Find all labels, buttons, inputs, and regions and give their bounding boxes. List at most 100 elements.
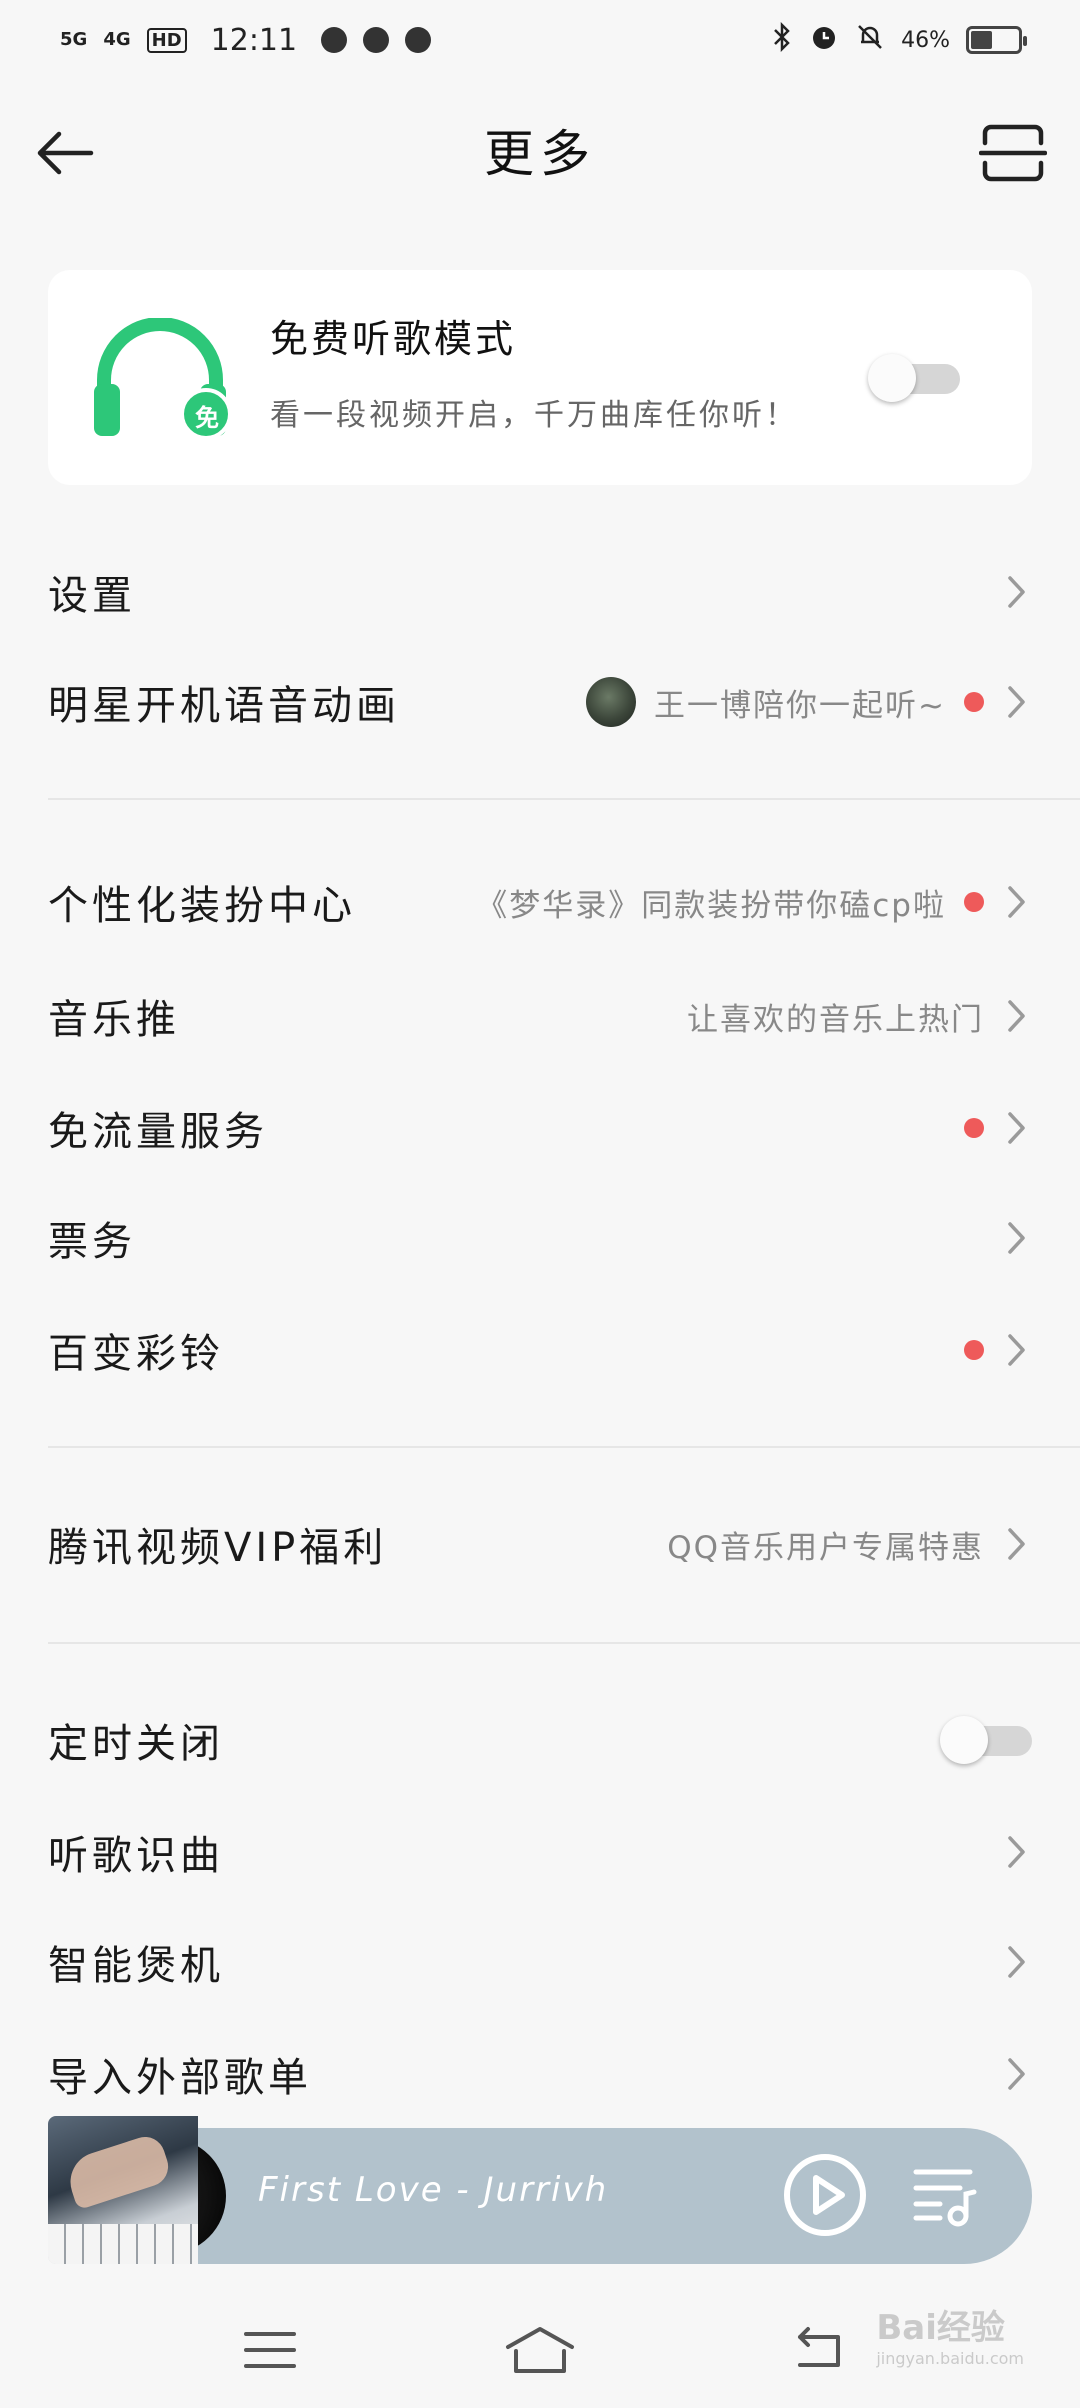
now-playing-title[interactable]: First Love - Jurrivh	[258, 2170, 608, 2210]
notification-icon-2	[405, 27, 432, 53]
row-label: 免流量服务	[48, 1109, 268, 1155]
baidu-jingyan-watermark: Bai经验 jingyan.baidu.com	[876, 2300, 1024, 2368]
row-label: 音乐推	[48, 997, 180, 1043]
row-right	[964, 1331, 1032, 1369]
row-label: 听歌识曲	[48, 1833, 224, 1879]
row-label: 腾讯视频VIP福利	[48, 1525, 388, 1571]
row-label: 百变彩铃	[48, 1331, 224, 1377]
avatar	[586, 677, 637, 727]
nav-menu-button[interactable]	[230, 2320, 310, 2380]
chevron-right-icon	[1002, 1943, 1032, 1981]
free-mode-toggle[interactable]	[868, 354, 960, 402]
divider	[48, 798, 1080, 800]
row-label: 设置	[48, 573, 136, 619]
sleep-timer-row[interactable]: 定时关闭	[48, 1690, 1032, 1790]
battery-fill	[971, 31, 992, 49]
notification-icon	[321, 27, 348, 53]
free-data-service-row[interactable]: 免流量服务	[48, 1078, 1032, 1178]
music-promote-row[interactable]: 音乐推 让喜欢的音乐上热门	[48, 966, 1032, 1066]
signal-4g: 4G	[103, 29, 131, 50]
red-dot-badge	[964, 692, 984, 712]
ticketing-row[interactable]: 票务	[48, 1188, 1032, 1288]
scan-button[interactable]	[976, 118, 1050, 188]
row-right	[1002, 2055, 1032, 2093]
cover-art-hand	[62, 2131, 174, 2211]
status-left: 5G 4G HD 12:11	[60, 23, 432, 58]
status-right: 46%	[771, 21, 1027, 59]
tencent-video-vip-row[interactable]: 腾讯视频VIP福利 QQ音乐用户专属特惠	[48, 1494, 1032, 1594]
free-mode-title: 免费听歌模式	[270, 317, 517, 361]
mute-icon	[855, 22, 885, 59]
import-playlist-row[interactable]: 导入外部歌单	[48, 2024, 1032, 2124]
toggle-knob	[868, 354, 916, 402]
row-hint: 《梦华录》同款装扮带你磕cp啦	[476, 887, 946, 924]
watermark-url: jingyan.baidu.com	[876, 2349, 1024, 2368]
red-dot-badge	[964, 1340, 984, 1360]
playlist-icon	[913, 2169, 977, 2227]
playlist-queue-button[interactable]	[910, 2162, 980, 2228]
personalization-center-row[interactable]: 个性化装扮中心 《梦华录》同款装扮带你磕cp啦	[48, 852, 1032, 952]
row-label: 导入外部歌单	[48, 2055, 312, 2101]
row-right: 让喜欢的音乐上热门	[687, 994, 1032, 1039]
nav-back-button[interactable]	[780, 2320, 860, 2380]
chevron-right-icon	[1002, 883, 1032, 921]
chevron-right-icon	[1002, 1109, 1032, 1147]
row-label: 明星开机语音动画	[48, 683, 400, 729]
song-recognition-row[interactable]: 听歌识曲	[48, 1802, 1032, 1902]
home-icon	[506, 2327, 574, 2373]
row-label: 智能煲机	[48, 1943, 224, 1989]
ringtone-row[interactable]: 百变彩铃	[48, 1300, 1032, 1400]
row-label: 个性化装扮中心	[48, 883, 356, 929]
menu-icon	[244, 2332, 296, 2368]
nav-home-button[interactable]	[500, 2320, 580, 2380]
chevron-right-icon	[1002, 2055, 1032, 2093]
row-right	[1002, 1219, 1032, 1257]
play-button[interactable]	[780, 2150, 870, 2240]
row-label: 定时关闭	[48, 1721, 224, 1767]
sleep-timer-toggle[interactable]	[940, 1716, 1032, 1764]
chevron-right-icon	[1002, 1331, 1032, 1369]
row-right: 《梦华录》同款装扮带你磕cp啦	[476, 880, 1032, 925]
free-listening-card[interactable]: 免 免费听歌模式 看一段视频开启，千万曲库任你听！	[48, 270, 1032, 485]
watermark-brand: Bai经验	[876, 2308, 1005, 2348]
toggle-knob	[940, 1716, 988, 1764]
arrow-left-icon	[37, 131, 94, 175]
return-icon	[798, 2327, 840, 2367]
row-hint: QQ音乐用户专属特惠	[667, 1529, 984, 1566]
row-right: 王一博陪你一起听~	[586, 677, 1032, 727]
top-header: 更多	[0, 80, 1080, 220]
divider	[48, 1446, 1080, 1448]
settings-row[interactable]: 设置	[48, 542, 1032, 642]
chevron-right-icon	[1002, 573, 1032, 611]
row-right	[1002, 573, 1032, 611]
scan-icon	[979, 124, 1047, 182]
row-right: QQ音乐用户专属特惠	[667, 1522, 1032, 1567]
play-icon	[784, 2154, 866, 2236]
back-button[interactable]	[30, 118, 100, 188]
chevron-right-icon	[1002, 1525, 1032, 1563]
headphones-free-icon: 免	[92, 317, 232, 443]
smart-burn-in-row[interactable]: 智能煲机	[48, 1912, 1032, 2012]
chevron-right-icon	[1002, 1219, 1032, 1257]
row-right	[1002, 1943, 1032, 1981]
alarm-icon	[809, 22, 839, 59]
row-hint: 王一博陪你一起听~	[654, 687, 946, 724]
signal-5g: 5G	[60, 29, 88, 50]
row-right	[940, 1716, 1032, 1764]
row-right	[1002, 1833, 1032, 1871]
divider	[48, 1642, 1080, 1644]
status-bar: 5G 4G HD 12:11 46%	[0, 0, 1080, 80]
star-boot-voice-row[interactable]: 明星开机语音动画 王一博陪你一起听~	[48, 652, 1032, 752]
bluetooth-icon	[771, 21, 793, 59]
red-dot-badge	[964, 1118, 984, 1138]
row-label: 票务	[48, 1219, 136, 1265]
qq-icon	[363, 27, 390, 53]
chevron-right-icon	[1002, 997, 1032, 1035]
red-dot-badge	[964, 892, 984, 912]
battery-icon	[966, 26, 1027, 54]
row-right	[964, 1109, 1032, 1147]
page-title: 更多	[484, 125, 596, 183]
hd-badge: HD	[146, 27, 187, 53]
album-cover[interactable]	[48, 2116, 198, 2264]
row-hint: 让喜欢的音乐上热门	[687, 1001, 984, 1038]
